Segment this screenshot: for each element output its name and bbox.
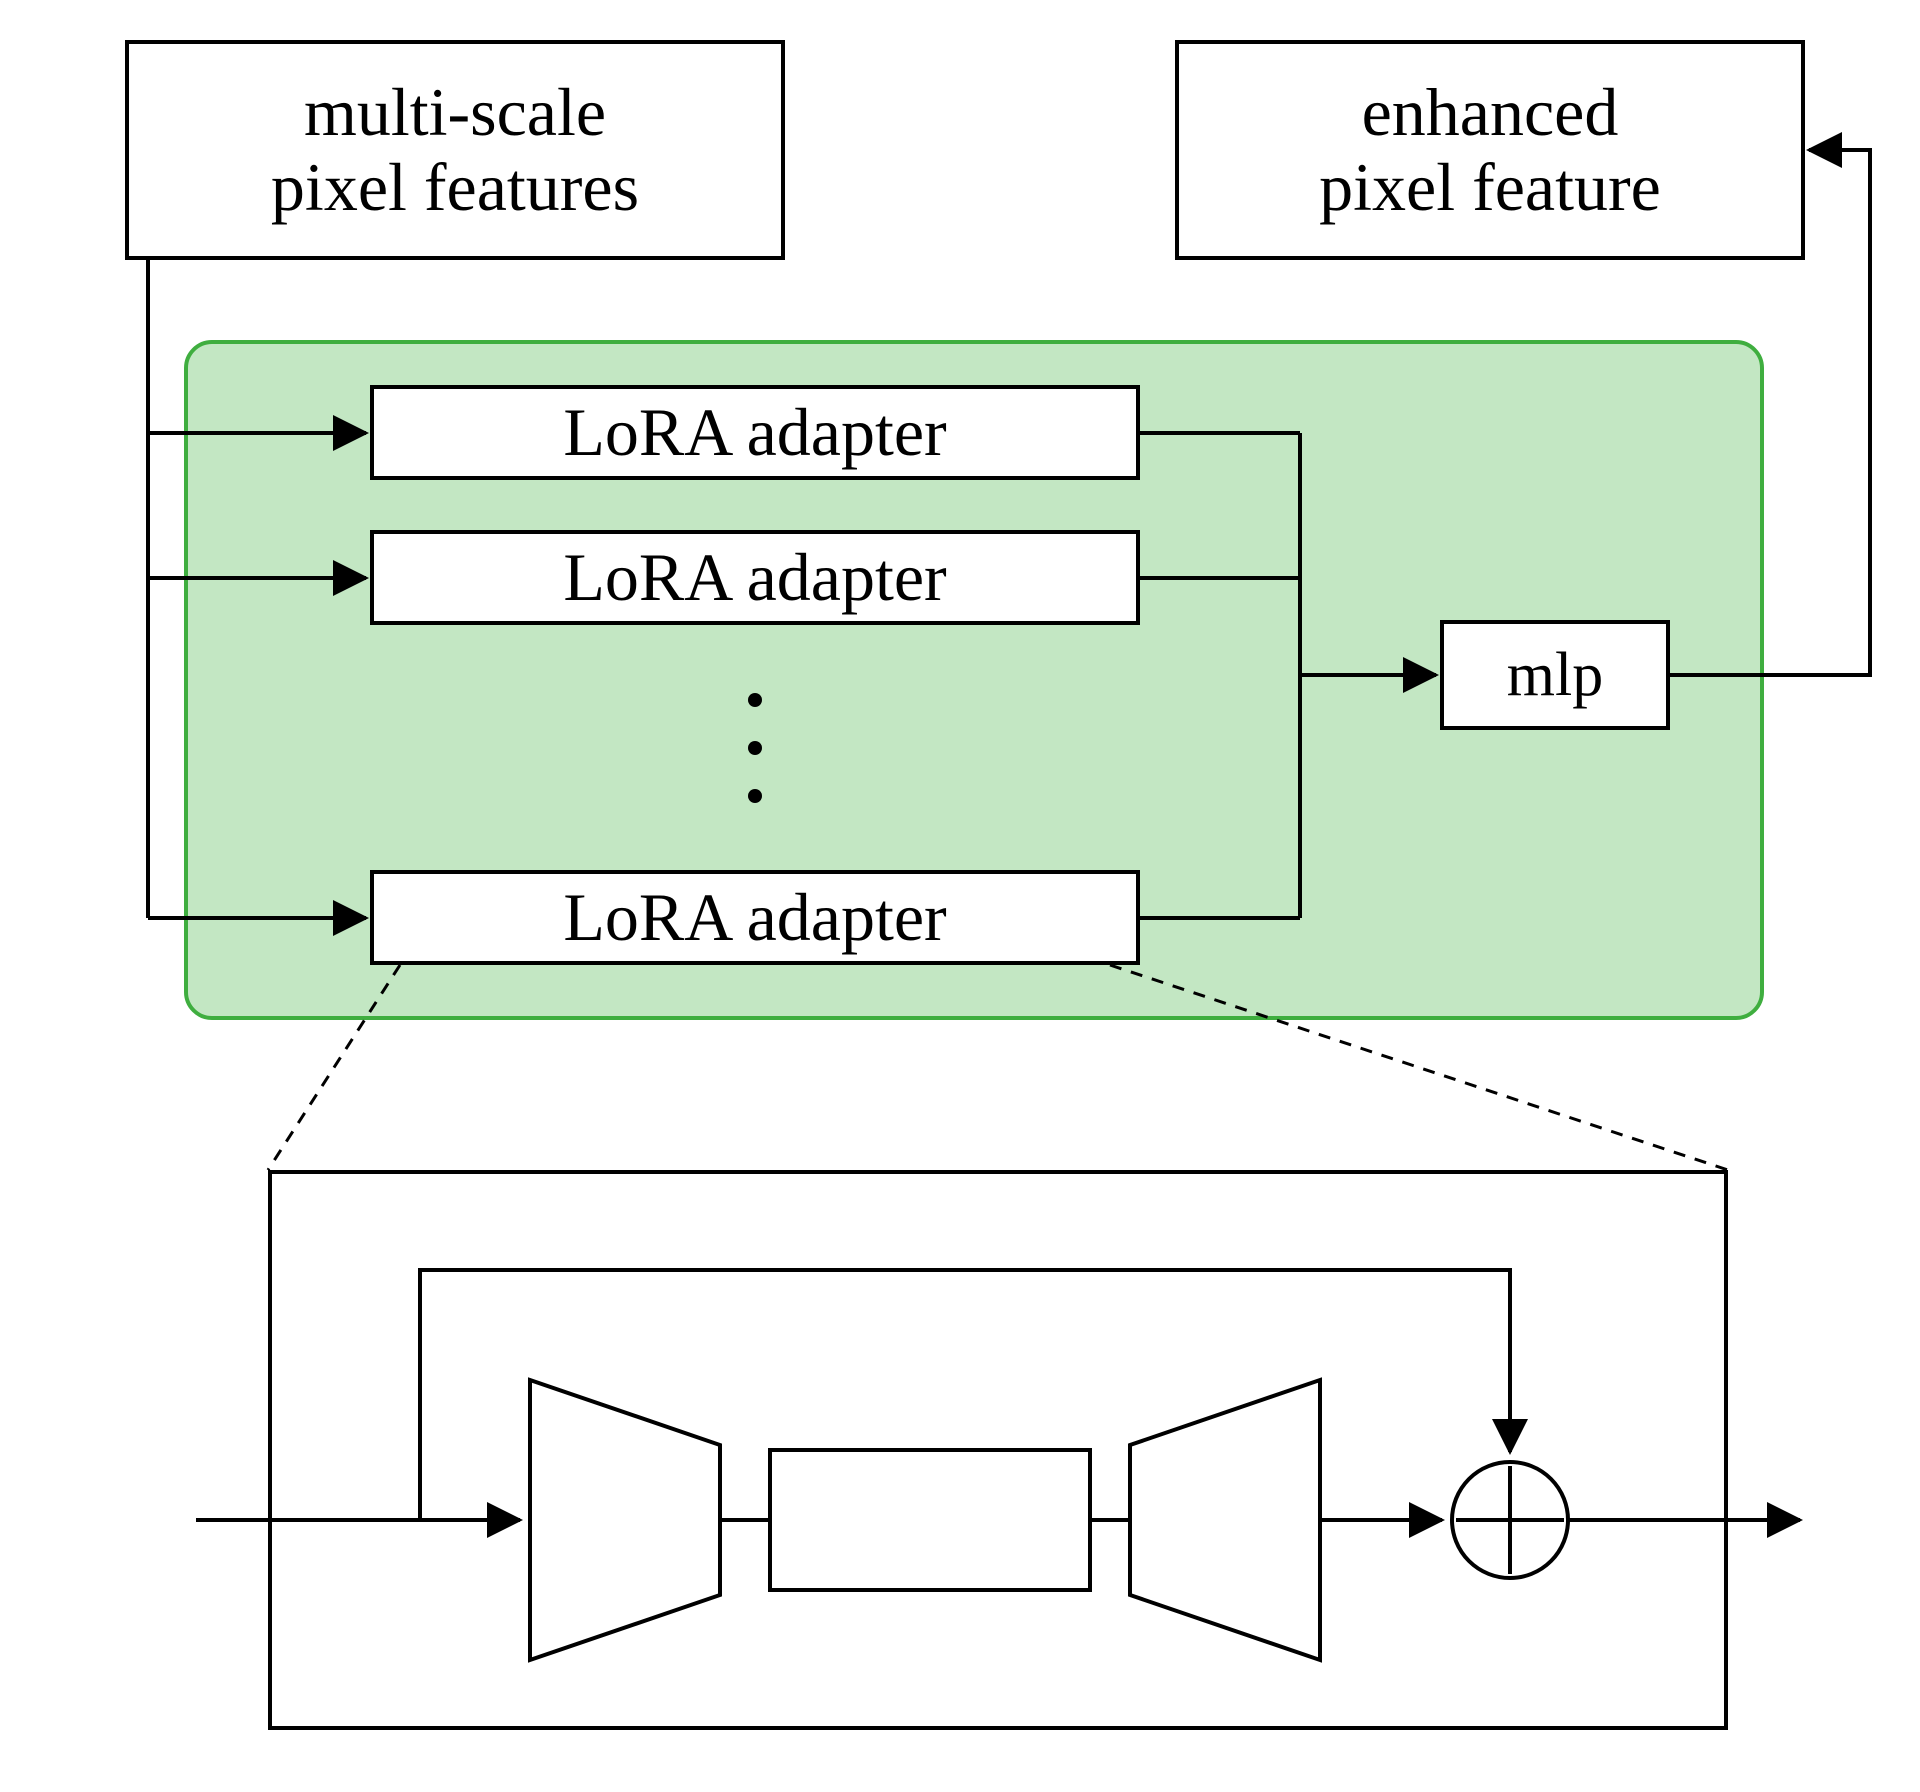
lora-adapter-box-1: LoRA adapter [370, 385, 1140, 480]
mlp-box: mlp [1440, 620, 1670, 730]
enhanced-feature-box: enhanced pixel feature [1175, 40, 1805, 260]
multi-scale-features-label: multi-scale pixel features [271, 75, 639, 225]
lora-adapter-label-1: LoRA adapter [563, 395, 946, 470]
multi-scale-features-box: multi-scale pixel features [125, 40, 785, 260]
enhanced-feature-label: enhanced pixel feature [1319, 75, 1661, 225]
lora-detail-box [268, 1170, 1728, 1730]
mlp-label: mlp [1507, 641, 1603, 709]
lora-adapter-box-2: LoRA adapter [370, 530, 1140, 625]
lora-adapter-box-3: LoRA adapter [370, 870, 1140, 965]
lora-adapter-label-3: LoRA adapter [563, 880, 946, 955]
lora-adapter-label-2: LoRA adapter [563, 540, 946, 615]
diagram-stage: multi-scale pixel features enhanced pixe… [0, 0, 1920, 1792]
